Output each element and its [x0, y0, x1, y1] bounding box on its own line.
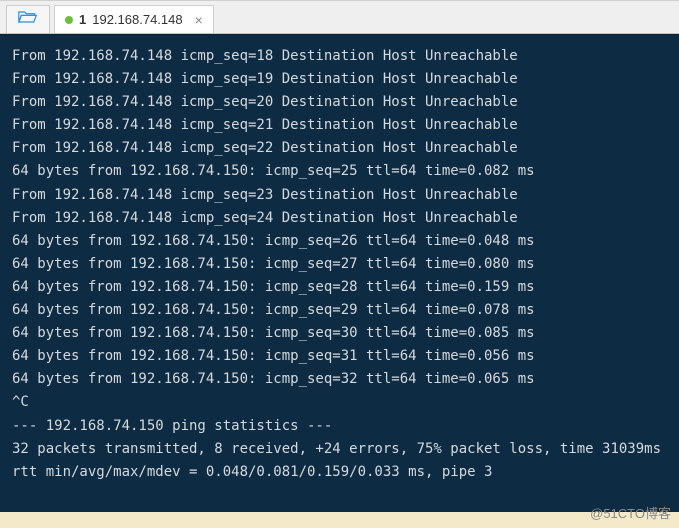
watermark: @51CTO博客	[590, 503, 671, 522]
terminal-line: From 192.168.74.148 icmp_seq=22 Destinat…	[12, 140, 518, 156]
terminal-line: 64 bytes from 192.168.74.150: icmp_seq=2…	[12, 163, 535, 179]
terminal-line: From 192.168.74.148 icmp_seq=23 Destinat…	[12, 187, 518, 203]
terminal-output[interactable]: From 192.168.74.148 icmp_seq=18 Destinat…	[0, 34, 679, 512]
status-dot-connected-icon	[65, 16, 73, 24]
terminal-line: From 192.168.74.148 icmp_seq=19 Destinat…	[12, 71, 518, 87]
terminal-line: From 192.168.74.148 icmp_seq=18 Destinat…	[12, 48, 518, 64]
terminal-line: ^C	[12, 394, 29, 410]
terminal-line: 32 packets transmitted, 8 received, +24 …	[12, 441, 661, 457]
tab-bar: 1 192.168.74.148 ×	[0, 0, 679, 34]
terminal-line: 64 bytes from 192.168.74.150: icmp_seq=3…	[12, 348, 535, 364]
terminal-line: 64 bytes from 192.168.74.150: icmp_seq=3…	[12, 371, 535, 387]
terminal-line: --- 192.168.74.150 ping statistics ---	[12, 418, 332, 434]
terminal-line: 64 bytes from 192.168.74.150: icmp_seq=2…	[12, 302, 535, 318]
close-tab-button[interactable]: ×	[195, 12, 203, 28]
session-tab[interactable]: 1 192.168.74.148 ×	[54, 5, 214, 33]
tab-index: 1	[79, 12, 86, 27]
open-folder-button[interactable]	[6, 5, 50, 33]
terminal-line: 64 bytes from 192.168.74.150: icmp_seq=2…	[12, 256, 535, 272]
tab-label: 192.168.74.148	[92, 12, 182, 27]
folder-open-icon	[18, 9, 38, 30]
terminal-line: From 192.168.74.148 icmp_seq=20 Destinat…	[12, 94, 518, 110]
terminal-line: From 192.168.74.148 icmp_seq=21 Destinat…	[12, 117, 518, 133]
terminal-line: 64 bytes from 192.168.74.150: icmp_seq=3…	[12, 325, 535, 341]
terminal-line: rtt min/avg/max/mdev = 0.048/0.081/0.159…	[12, 464, 492, 480]
terminal-line: 64 bytes from 192.168.74.150: icmp_seq=2…	[12, 233, 535, 249]
terminal-line: From 192.168.74.148 icmp_seq=24 Destinat…	[12, 210, 518, 226]
terminal-line: 64 bytes from 192.168.74.150: icmp_seq=2…	[12, 279, 535, 295]
